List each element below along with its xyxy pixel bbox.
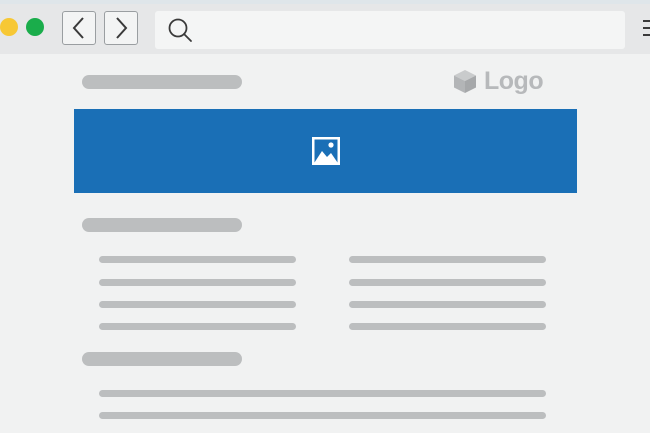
browser-toolbar	[0, 0, 650, 54]
section-heading-placeholder	[82, 352, 242, 366]
chevron-right-icon	[116, 17, 128, 39]
page-content: Logo	[0, 54, 650, 433]
site-logo[interactable]: Logo	[452, 66, 544, 96]
browser-window: Logo	[0, 0, 650, 433]
text-line-placeholder	[349, 279, 546, 286]
text-line-placeholder	[349, 301, 546, 308]
search-icon	[168, 18, 192, 42]
text-line-placeholder	[349, 256, 546, 263]
text-line-placeholder	[99, 323, 296, 330]
cube-icon	[454, 70, 476, 93]
address-bar[interactable]	[155, 11, 625, 49]
hamburger-menu-icon[interactable]	[643, 18, 650, 38]
text-line-placeholder	[349, 323, 546, 330]
maximize-button[interactable]	[26, 18, 44, 36]
back-button[interactable]	[62, 11, 96, 45]
text-line-placeholder	[99, 301, 296, 308]
text-line-placeholder	[99, 412, 546, 419]
hero-banner	[74, 109, 577, 193]
text-line-placeholder	[99, 390, 546, 397]
page-title-placeholder	[82, 75, 242, 89]
forward-button[interactable]	[104, 11, 138, 45]
image-icon	[311, 137, 340, 165]
section-heading-placeholder	[82, 218, 242, 232]
text-line-placeholder	[99, 256, 296, 263]
logo-text: Logo	[484, 66, 544, 95]
chevron-left-icon	[72, 17, 84, 39]
minimize-button[interactable]	[0, 18, 18, 36]
text-line-placeholder	[99, 279, 296, 286]
